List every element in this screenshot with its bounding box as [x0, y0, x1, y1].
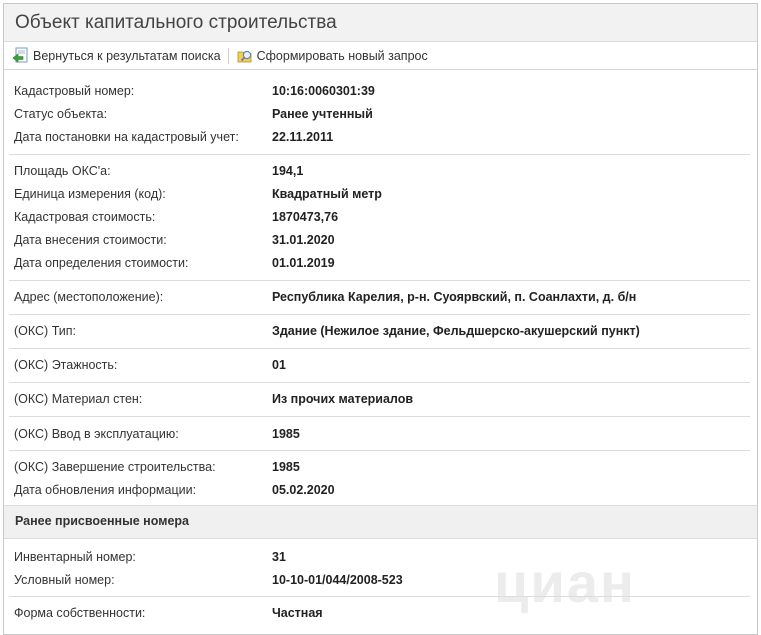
watermark: циан: [494, 551, 636, 614]
back-to-results-label: Вернуться к результатам поиска: [33, 48, 221, 63]
divider: [9, 280, 750, 281]
divider: [9, 348, 750, 349]
field-value: 1985: [272, 460, 300, 474]
field-label: Дата определения стоимости:: [14, 256, 189, 270]
field-value: Из прочих материалов: [272, 392, 414, 406]
field-value: 1985: [272, 427, 300, 441]
field-value: Республика Карелия, р-н. Суоярвский, п. …: [272, 290, 637, 304]
field-value: Квадратный метр: [272, 187, 382, 201]
field-label: Дата обновления информации:: [14, 483, 197, 497]
field-label: (ОКС) Этажность:: [14, 358, 118, 372]
divider: [9, 154, 750, 155]
field-value: Частная: [272, 606, 323, 620]
title-bar: Объект капитального строительства: [4, 4, 757, 42]
new-request-button[interactable]: Сформировать новый запрос: [236, 47, 428, 65]
field-label: Инвентарный номер:: [14, 550, 136, 564]
field-value: 1870473,76: [272, 210, 339, 224]
field-label: (ОКС) Завершение строительства:: [14, 460, 216, 474]
back-arrow-icon: [12, 47, 30, 65]
field-value: 01: [272, 358, 286, 372]
field-label: Условный номер:: [14, 573, 115, 587]
field-value: Здание (Нежилое здание, Фельдшерско-акуш…: [272, 324, 640, 338]
field-label: Дата постановки на кадастровый учет:: [14, 130, 239, 144]
field-value: 31.01.2020: [272, 233, 335, 247]
divider: [9, 596, 750, 597]
field-label: Форма собственности:: [14, 606, 146, 620]
field-value: 05.02.2020: [272, 483, 335, 497]
field-value: 10-10-01/044/2008-523: [272, 573, 403, 587]
field-label: Адрес (местоположение):: [14, 290, 164, 304]
field-value: 01.01.2019: [272, 256, 335, 270]
field-label: Кадастровая стоимость:: [14, 210, 156, 224]
new-request-label: Сформировать новый запрос: [256, 48, 428, 63]
new-request-icon: [236, 47, 254, 65]
field-value: 194,1: [272, 164, 304, 178]
field-label: (ОКС) Ввод в эксплуатацию:: [14, 427, 179, 441]
section-previous-numbers: Ранее присвоенные номера: [4, 505, 757, 539]
field-label: Статус объекта:: [14, 107, 108, 121]
field-label: Единица измерения (код):: [14, 187, 166, 201]
divider: [9, 314, 750, 315]
section-title: Ранее присвоенные номера: [15, 514, 189, 528]
object-panel: Объект капитального строительства Вернут…: [3, 3, 758, 635]
field-label: Площадь ОКС'а:: [14, 164, 111, 178]
back-to-results-button[interactable]: Вернуться к результатам поиска: [12, 47, 221, 65]
field-value: 10:16:0060301:39: [272, 84, 375, 98]
divider: [9, 416, 750, 417]
field-value: 22.11.2011: [272, 130, 334, 144]
field-label: Дата внесения стоимости:: [14, 233, 167, 247]
field-label: (ОКС) Материал стен:: [14, 392, 143, 406]
toolbar-separator: [227, 47, 229, 64]
field-label: (ОКС) Тип:: [14, 324, 76, 338]
field-value: 31: [272, 550, 286, 564]
field-value: Ранее учтенный: [272, 107, 373, 121]
divider: [9, 450, 750, 451]
toolbar: Вернуться к результатам поиска Сформиров…: [4, 42, 757, 70]
field-label: Кадастровый номер:: [14, 84, 135, 98]
divider: [9, 382, 750, 383]
page-title: Объект капитального строительства: [15, 11, 337, 33]
